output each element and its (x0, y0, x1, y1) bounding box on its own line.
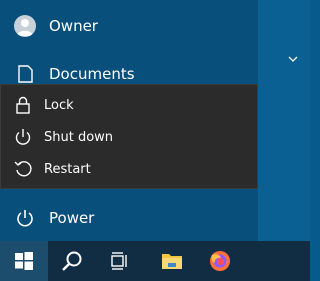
restart-menu-item[interactable]: Restart (1, 153, 257, 185)
avatar (14, 15, 36, 37)
search-icon (62, 251, 82, 271)
start-button[interactable] (0, 241, 48, 281)
power-options-menu: Lock Shut down Restart (0, 84, 258, 189)
user-name: Owner (49, 17, 98, 35)
firefox-icon (210, 251, 230, 271)
shut-down-menu-item[interactable]: Shut down (1, 121, 257, 153)
restart-label: Restart (44, 161, 91, 177)
file-explorer-icon (162, 254, 182, 269)
documents-label: Documents (49, 65, 135, 83)
lock-label: Lock (44, 97, 74, 113)
power-icon (15, 129, 31, 145)
desktop-background (258, 0, 310, 241)
user-icon (17, 19, 33, 36)
user-account-button[interactable]: Owner (0, 8, 258, 44)
document-icon (18, 65, 33, 83)
taskbar (0, 241, 310, 281)
task-view-icon (111, 252, 127, 270)
lock-icon (16, 96, 30, 114)
windows-start-icon (15, 252, 33, 270)
power-label: Power (49, 209, 95, 227)
shut-down-label: Shut down (44, 129, 114, 145)
restart-icon (14, 161, 32, 177)
firefox-button[interactable] (196, 241, 244, 281)
file-explorer-button[interactable] (148, 241, 196, 281)
task-view-button[interactable] (96, 241, 144, 281)
power-icon (17, 210, 33, 227)
power-button[interactable]: Power (0, 200, 258, 236)
chevron-down-icon[interactable] (286, 52, 300, 66)
search-button[interactable] (48, 241, 96, 281)
lock-menu-item[interactable]: Lock (1, 89, 257, 121)
